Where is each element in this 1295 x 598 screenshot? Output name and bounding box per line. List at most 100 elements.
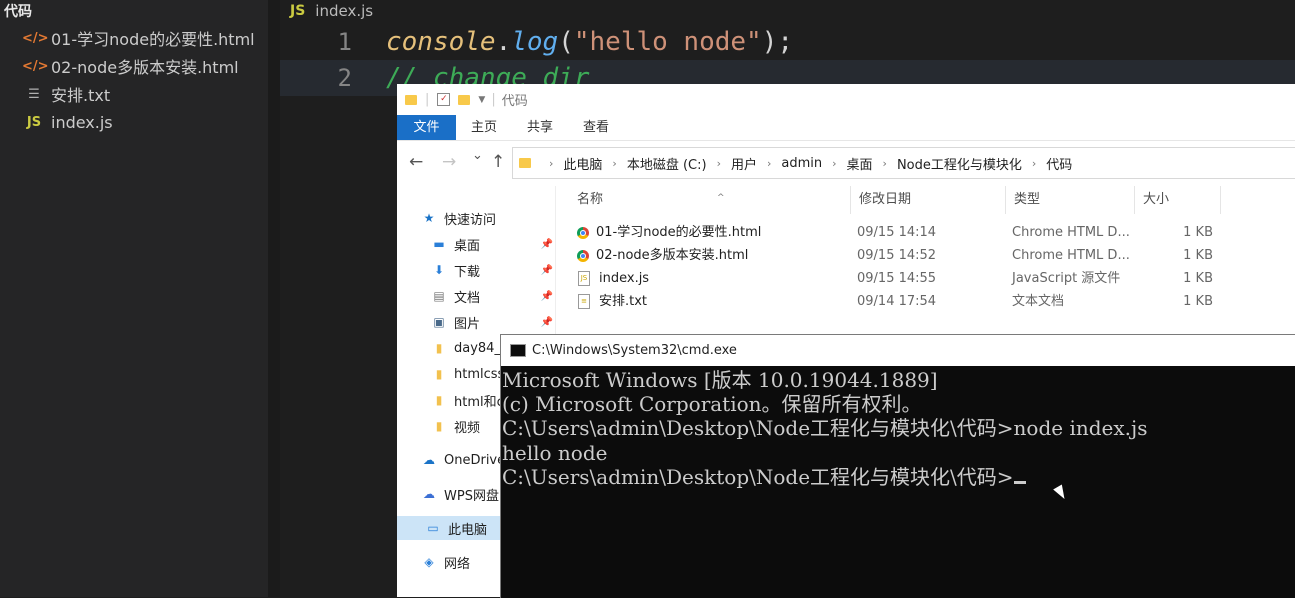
js-file-icon: JS: [290, 3, 306, 19]
sidebar-folder-title: 代码: [4, 4, 32, 20]
tab-home[interactable]: 主页: [471, 115, 497, 140]
nav-label: 此电脑: [448, 522, 488, 538]
nav-documents[interactable]: ▤ 文档 📌: [431, 284, 557, 308]
sidebar-file-label: index.js: [51, 112, 113, 132]
editor-tab-index-js[interactable]: JS index.js: [290, 0, 373, 22]
token-function: log: [511, 27, 559, 57]
cmd-window[interactable]: C:\Windows\System32\cmd.exe Microsoft Wi…: [500, 334, 1295, 598]
table-row[interactable]: 01-学习node的必要性.html 09/15 14:14 Chrome HT…: [557, 221, 1295, 244]
file-date: 09/15 14:14: [857, 225, 937, 240]
nav-pictures[interactable]: ▣ 图片 📌: [431, 310, 557, 334]
sidebar-file-label: 02-node多版本安装.html: [51, 58, 239, 77]
terminal-prompt-line[interactable]: C:\Users\admin\Desktop\Node工程化与模块化\代码>: [502, 465, 1295, 489]
tab-share[interactable]: 共享: [527, 115, 553, 140]
table-row[interactable]: ≡ 安排.txt 09/14 17:54 文本文档 1 KB: [557, 290, 1295, 313]
sidebar-file-01-html[interactable]: </> 01-学习node的必要性.html: [22, 25, 255, 51]
breadcrumb-item[interactable]: Node工程化与模块化: [897, 154, 1022, 173]
sidebar-file-label: 01-学习node的必要性.html: [51, 30, 255, 49]
quick-access-dropdown-icon[interactable]: ▼: [478, 95, 485, 105]
terminal-line: hello node: [502, 440, 608, 465]
star-icon: ★: [423, 211, 435, 225]
vscode-explorer-sidebar: 代码 </> 01-学习node的必要性.html </> 02-node多版本…: [0, 0, 268, 597]
file-size: 1 KB: [1183, 248, 1213, 263]
recent-locations-button[interactable]: ⌄: [472, 148, 483, 163]
folder-icon: ▮: [435, 419, 443, 433]
desktop-icon: ▬: [433, 237, 445, 251]
nav-label: 快速访问: [444, 212, 497, 228]
picture-icon: ▣: [433, 315, 445, 329]
folder-icon: ▮: [435, 393, 443, 407]
breadcrumb-item[interactable]: 用户: [731, 154, 757, 173]
token-object: console: [386, 27, 496, 57]
breadcrumb-item[interactable]: 桌面: [847, 154, 873, 173]
nav-label: htmlcss: [454, 366, 505, 382]
up-button[interactable]: ↑: [491, 152, 505, 172]
download-icon: ⬇: [433, 263, 445, 277]
chevron-right-icon[interactable]: ›: [612, 157, 616, 170]
properties-icon[interactable]: ✓: [437, 93, 451, 106]
network-icon: ◈: [424, 555, 434, 569]
new-folder-icon[interactable]: [458, 94, 471, 105]
window-title: 代码: [501, 94, 528, 109]
file-type: 文本文档: [1012, 294, 1065, 309]
pin-icon[interactable]: 📌: [541, 239, 553, 250]
chevron-right-icon[interactable]: ›: [883, 157, 887, 170]
breadcrumb-item[interactable]: 本地磁盘 (C:): [627, 154, 707, 173]
table-row[interactable]: JS index.js 09/15 14:55 JavaScript 源文件 1 …: [557, 267, 1295, 290]
breadcrumb-item[interactable]: 此电脑: [563, 154, 602, 173]
file-type: Chrome HTML D...: [1012, 225, 1130, 240]
chevron-right-icon: ›: [549, 156, 554, 170]
column-header-date[interactable]: 修改日期: [851, 186, 1006, 214]
document-icon: ▤: [433, 289, 445, 303]
file-name: index.js: [599, 271, 650, 286]
text-cursor: [1013, 480, 1026, 484]
code-line-1[interactable]: 1 console.log("hello node");: [280, 24, 1295, 60]
nav-label: 下载: [454, 264, 481, 280]
nav-label: day84_: [454, 340, 501, 356]
file-date: 09/15 14:52: [857, 248, 937, 263]
file-name-cell: 01-学习node的必要性.html: [577, 221, 761, 244]
column-header-size[interactable]: 大小: [1135, 186, 1221, 214]
sidebar-file-txt[interactable]: ☰ 安排.txt: [22, 81, 110, 107]
tab-file[interactable]: 文件: [397, 115, 456, 140]
cmd-titlebar[interactable]: C:\Windows\System32\cmd.exe: [501, 335, 1295, 366]
table-row[interactable]: 02-node多版本安装.html 09/15 14:52 Chrome HTM…: [557, 244, 1295, 267]
breadcrumb-item[interactable]: 代码: [1046, 154, 1072, 173]
token-dot: .: [495, 27, 512, 57]
address-bar[interactable]: › 此电脑 › 本地磁盘 (C:) › 用户 › admin › 桌面 › No…: [512, 147, 1295, 179]
sidebar-file-02-html[interactable]: </> 02-node多版本安装.html: [22, 53, 239, 79]
text-file-icon: ☰: [28, 86, 40, 102]
token-paren-close: );: [761, 27, 794, 57]
file-size: 1 KB: [1183, 225, 1213, 240]
column-header-type[interactable]: 类型: [1006, 186, 1135, 214]
line-number: 1: [337, 28, 352, 56]
nav-downloads[interactable]: ⬇ 下载 📌: [431, 258, 557, 282]
nav-quick-access[interactable]: ★ 快速访问: [421, 206, 557, 230]
breadcrumb-item[interactable]: admin: [781, 156, 822, 171]
pin-icon[interactable]: 📌: [541, 317, 553, 328]
js-file-icon: JS: [26, 114, 42, 130]
column-header-name[interactable]: ^ 名称: [569, 186, 851, 214]
nav-label: OneDrive: [444, 452, 506, 468]
forward-button[interactable]: →: [442, 152, 456, 172]
file-name-cell: ≡ 安排.txt: [577, 290, 647, 313]
chevron-right-icon[interactable]: ›: [717, 157, 721, 170]
back-button[interactable]: ←: [409, 152, 423, 172]
nav-label: 网络: [444, 556, 471, 572]
folder-icon: [519, 158, 531, 168]
chevron-right-icon[interactable]: ›: [1032, 157, 1036, 170]
terminal-line: C:\Users\admin\Desktop\Node工程化与模块化\代码>no…: [502, 416, 1148, 441]
pin-icon[interactable]: 📌: [541, 291, 553, 302]
chevron-right-icon[interactable]: ›: [767, 157, 771, 170]
tab-view[interactable]: 查看: [583, 115, 609, 140]
chevron-right-icon[interactable]: ›: [832, 157, 836, 170]
explorer-titlebar[interactable]: | ✓ ▼ | 代码: [397, 84, 1295, 115]
sidebar-file-index-js[interactable]: JS index.js: [22, 109, 113, 135]
tab-filename: index.js: [315, 2, 374, 20]
nav-label: 视频: [454, 420, 481, 436]
nav-desktop[interactable]: ▬ 桌面 📌: [431, 232, 557, 256]
folder-icon: [405, 94, 417, 105]
terminal-output[interactable]: Microsoft Windows [版本 10.0.19044.1889] (c…: [501, 366, 1295, 598]
pin-icon[interactable]: 📌: [541, 265, 553, 276]
terminal-line: (c) Microsoft Corporation。保留所有权利。: [502, 392, 922, 417]
